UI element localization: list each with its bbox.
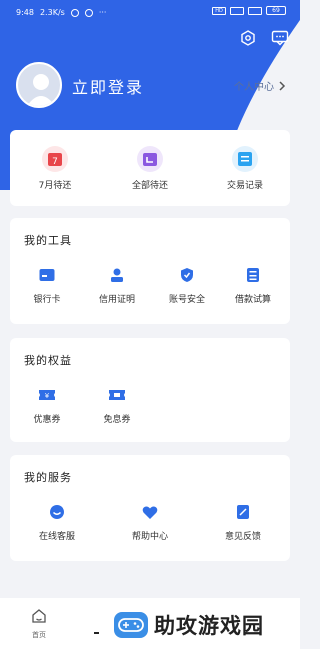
account-security-icon bbox=[178, 266, 196, 284]
quick-actions-card: 7 7月待还 全部待还 交易记录 bbox=[10, 130, 290, 206]
quick-action-label: 全部待还 bbox=[131, 181, 168, 191]
watermark: 助攻游戏园 bbox=[100, 600, 300, 649]
svg-text:7: 7 bbox=[52, 157, 58, 167]
interest-free-coupon-icon bbox=[108, 386, 126, 404]
help-center-icon bbox=[141, 503, 159, 521]
battery-icon: 69 bbox=[266, 6, 286, 15]
signal-icon bbox=[230, 6, 244, 15]
message-icon[interactable] bbox=[270, 28, 290, 48]
personal-center-link[interactable]: 个人中心 bbox=[234, 78, 286, 93]
settings-icon[interactable] bbox=[238, 28, 258, 48]
service-label: 意见反馈 bbox=[224, 532, 261, 542]
chevron-right-icon bbox=[279, 80, 286, 91]
tool-label: 银行卡 bbox=[33, 295, 61, 305]
quick-action-all-due[interactable]: 全部待还 bbox=[115, 146, 185, 191]
more-dots-icon: ··· bbox=[98, 8, 107, 17]
divider bbox=[94, 632, 99, 634]
tool-account-security[interactable]: 账号安全 bbox=[156, 266, 218, 305]
quick-action-label: 交易记录 bbox=[226, 181, 263, 191]
section-title: 我的工具 bbox=[24, 234, 72, 247]
nav-home-label: 首页 bbox=[32, 631, 46, 639]
online-service-icon bbox=[48, 503, 66, 521]
service-feedback[interactable]: 意见反馈 bbox=[212, 503, 274, 542]
avatar[interactable] bbox=[16, 62, 62, 108]
tool-label: 账号安全 bbox=[168, 295, 205, 305]
tool-bank-card[interactable]: 银行卡 bbox=[16, 266, 78, 305]
tool-loan-calculator[interactable]: 借款试算 bbox=[222, 266, 284, 305]
loan-calculator-icon bbox=[244, 266, 262, 284]
home-icon bbox=[32, 609, 46, 623]
rights-interest-free[interactable]: 免息券 bbox=[86, 386, 148, 425]
transaction-record-icon bbox=[232, 146, 258, 172]
service-label: 在线客服 bbox=[38, 532, 75, 542]
service-help-center[interactable]: 帮助中心 bbox=[119, 503, 181, 542]
svg-text:¥: ¥ bbox=[45, 392, 50, 400]
bank-card-icon bbox=[38, 266, 56, 284]
tool-credit-proof[interactable]: 信用证明 bbox=[86, 266, 148, 305]
quick-action-july-due[interactable]: 7 7月待还 bbox=[20, 146, 90, 191]
status-speed: 2.3K/s bbox=[39, 8, 65, 17]
tool-label: 借款试算 bbox=[234, 295, 271, 305]
tools-card: 我的工具 银行卡 信用证明 账号安全 借款试算 bbox=[10, 218, 290, 324]
quick-action-transactions[interactable]: 交易记录 bbox=[210, 146, 280, 191]
coupon-icon: ¥ bbox=[38, 386, 56, 404]
status-bar: 9:48 2.3K/s ··· HD 69 bbox=[0, 0, 300, 24]
calendar-all-icon bbox=[137, 146, 163, 172]
status-time: 9:48 bbox=[16, 8, 34, 17]
section-title: 我的服务 bbox=[24, 471, 72, 484]
service-online-support[interactable]: 在线客服 bbox=[26, 503, 88, 542]
calendar-seven-icon: 7 bbox=[42, 146, 68, 172]
credit-proof-icon bbox=[108, 266, 126, 284]
signal-hd-icon: HD bbox=[212, 6, 226, 15]
watermark-text: 助攻游戏园 bbox=[154, 613, 264, 638]
gamepad-icon bbox=[114, 611, 148, 638]
quick-action-label: 7月待还 bbox=[38, 181, 72, 191]
nav-home[interactable]: 首页 bbox=[24, 608, 54, 640]
rights-coupon[interactable]: ¥ 优惠券 bbox=[16, 386, 78, 425]
wifi-icon bbox=[248, 6, 262, 15]
services-card: 我的服务 在线客服 帮助中心 意见反馈 bbox=[10, 455, 290, 561]
feedback-icon bbox=[234, 503, 252, 521]
personal-center-label: 个人中心 bbox=[234, 82, 274, 93]
rights-label: 免息券 bbox=[103, 415, 131, 425]
alarm-icon bbox=[70, 8, 79, 17]
notification-icon bbox=[84, 8, 93, 17]
service-label: 帮助中心 bbox=[131, 532, 168, 542]
rights-card: 我的权益 ¥ 优惠券 免息券 bbox=[10, 338, 290, 442]
tool-label: 信用证明 bbox=[98, 295, 135, 305]
login-link[interactable]: 立即登录 bbox=[72, 74, 144, 98]
section-title: 我的权益 bbox=[24, 354, 72, 367]
rights-label: 优惠券 bbox=[33, 415, 61, 425]
